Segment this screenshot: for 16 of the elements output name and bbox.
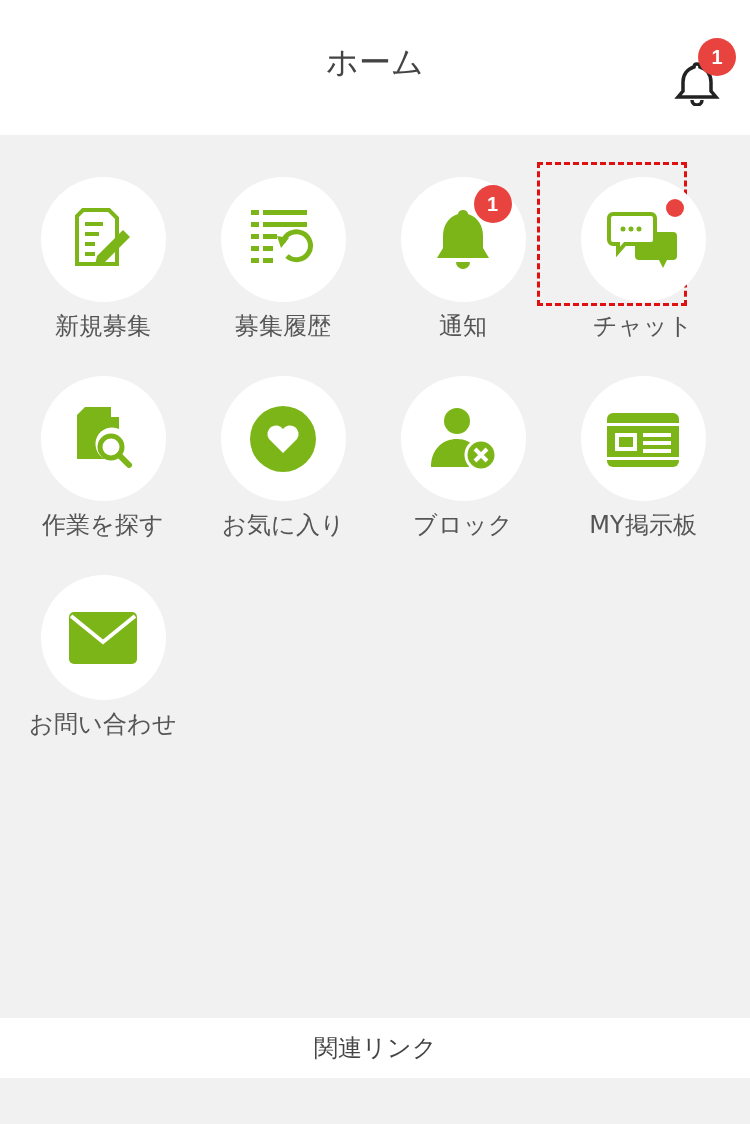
menu-label: ブロック: [413, 510, 513, 541]
menu-icon-button[interactable]: 1: [400, 177, 526, 302]
page-title: ホーム: [326, 41, 424, 83]
menu-label: MY掲示板: [589, 510, 697, 541]
section-title: 関連リンク: [313, 1033, 437, 1064]
menu-label: チャット: [593, 311, 693, 342]
related-links-bar[interactable]: 関連リンク: [0, 1018, 750, 1078]
menu-label: 募集履歴: [235, 311, 331, 342]
menu-label: お気に入り: [221, 510, 345, 541]
count-badge: 1: [698, 38, 736, 76]
menu-label: お問い合わせ: [29, 709, 177, 740]
notification-button[interactable]: 1: [674, 38, 740, 106]
count-badge: 1: [473, 185, 512, 223]
menu-label: 通知: [439, 311, 487, 342]
menu-label: 作業を探す: [42, 510, 164, 541]
menu-label: 新規募集: [55, 311, 151, 342]
